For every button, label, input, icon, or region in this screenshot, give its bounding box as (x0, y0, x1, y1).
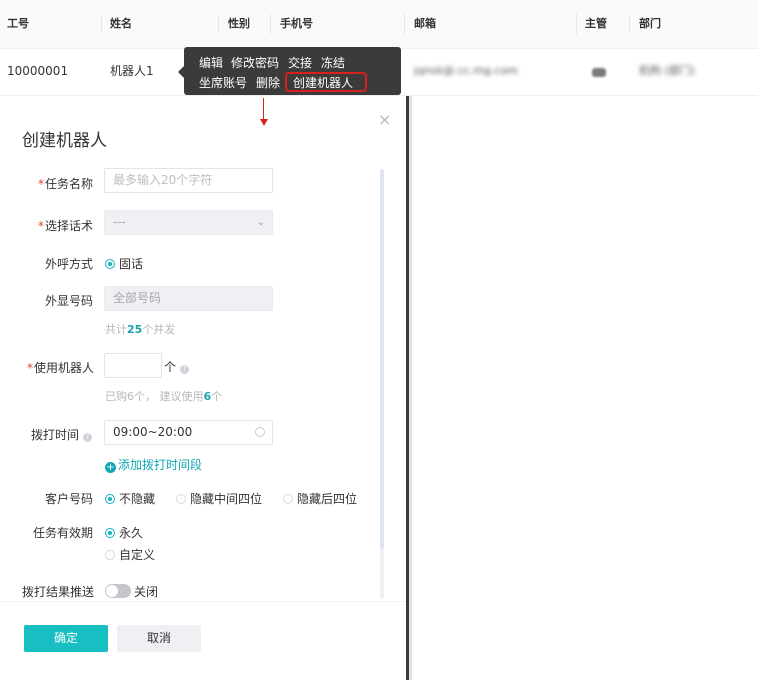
radio-option-text: 不隐藏 (119, 492, 156, 506)
script-select-label: *选择话术 (38, 217, 93, 234)
call-mode-radio-landline[interactable]: 固话 (105, 255, 143, 272)
edit-action[interactable]: 编辑 (199, 54, 223, 71)
radio-unselected-icon (283, 494, 293, 504)
create-robot-drawer: 创建机器人 × *任务名称 最多输入20个字符 *选择话术 --- ⌄ 外呼方式… (0, 96, 409, 680)
display-number-input[interactable]: 全部号码 (104, 286, 273, 311)
script-select-label-text: 选择话术 (45, 219, 94, 233)
required-mark: * (38, 219, 44, 233)
delete-action[interactable]: 删除 (256, 74, 280, 91)
result-push-state: 关闭 (134, 585, 159, 599)
script-select[interactable]: --- ⌄ (104, 210, 273, 235)
task-name-label-text: 任务名称 (45, 177, 94, 191)
column-header-department: 部门 (639, 17, 661, 30)
column-header-manager: 主管 (585, 17, 607, 30)
freeze-action[interactable]: 冻结 (321, 54, 345, 71)
column-divider (218, 14, 219, 34)
cell-email: jqnsk@.cc.mg.com (414, 64, 518, 77)
unit-text: 个 (164, 360, 177, 374)
hint-text: 个 (211, 390, 223, 403)
radio-selected-icon (105, 528, 115, 538)
radio-selected-icon (105, 494, 115, 504)
column-divider (629, 14, 630, 34)
cell-manager-redacted (592, 68, 606, 77)
cancel-button[interactable]: 取消 (117, 625, 201, 652)
radio-option-text: 隐藏中间四位 (190, 492, 263, 506)
confirm-button[interactable]: 确定 (24, 625, 108, 652)
clock-icon (255, 427, 265, 437)
hint-count: 25 (127, 323, 143, 336)
radio-option-text: 隐藏后四位 (297, 492, 358, 506)
radio-unselected-icon (105, 550, 115, 560)
cell-id: 10000001 (7, 64, 69, 78)
required-mark: * (38, 177, 44, 191)
task-name-label: *任务名称 (38, 175, 93, 192)
dial-time-input[interactable]: 09:00~20:00 (104, 420, 273, 445)
dial-time-label: 拨打时间 ? (31, 426, 92, 443)
column-header-id: 工号 (7, 17, 29, 30)
plus-circle-icon: + (105, 462, 116, 473)
radio-selected-icon (105, 259, 115, 269)
customer-number-radio-hide-middle[interactable]: 隐藏中间四位 (176, 490, 262, 507)
hint-text: 个并发 (142, 323, 176, 336)
robot-count-label: *使用机器人 (27, 359, 94, 376)
robot-count-unit: 个 ? (164, 358, 189, 375)
radio-option-text: 永久 (119, 526, 144, 540)
cell-department: 机构 (部门) (639, 64, 696, 77)
column-header-gender: 性别 (228, 17, 250, 30)
change-password-action[interactable]: 修改密码 (231, 54, 279, 71)
robot-count-label-text: 使用机器人 (34, 361, 95, 375)
task-name-input[interactable]: 最多输入20个字符 (104, 168, 273, 193)
call-mode-option-text: 固话 (119, 257, 144, 271)
table-header: 工号 姓名 性别 手机号 邮箱 主管 部门 (0, 0, 758, 49)
column-header-phone: 手机号 (280, 17, 313, 30)
customer-number-radio-show[interactable]: 不隐藏 (105, 490, 155, 507)
robot-count-input[interactable] (104, 353, 162, 378)
validity-label: 任务有效期 (33, 526, 94, 540)
column-divider (576, 14, 577, 34)
script-select-value: --- (113, 215, 126, 229)
customer-number-label: 客户号码 (45, 492, 94, 506)
column-divider (101, 14, 102, 34)
column-header-email: 邮箱 (414, 17, 436, 30)
radio-option-text: 自定义 (119, 548, 156, 562)
column-divider (404, 14, 405, 34)
validity-radio-custom[interactable]: 自定义 (105, 546, 155, 563)
row-actions-tooltip: 编辑 修改密码 交接 冻结 坐席账号 删除 创建机器人 (178, 47, 401, 95)
display-number-label: 外显号码 (45, 294, 94, 308)
dial-time-value: 09:00~20:00 (113, 425, 193, 439)
validity-radio-permanent[interactable]: 永久 (105, 524, 143, 541)
call-mode-label: 外呼方式 (45, 257, 94, 271)
scrollbar-thumb[interactable] (380, 169, 384, 549)
drawer-title: 创建机器人 (22, 131, 107, 151)
radio-unselected-icon (176, 494, 186, 504)
hint-count: 6 (203, 390, 212, 403)
result-push-toggle[interactable] (105, 584, 131, 598)
create-robot-action[interactable]: 创建机器人 (293, 74, 353, 91)
result-push-label: 拨打结果推送 (22, 585, 95, 599)
column-header-name: 姓名 (110, 17, 132, 30)
close-icon[interactable]: × (378, 110, 391, 129)
help-icon[interactable]: ? (179, 365, 189, 374)
help-icon[interactable]: ? (82, 433, 92, 442)
annotation-arrow-line (263, 98, 264, 120)
annotation-arrow-head (260, 119, 268, 126)
robot-purchase-hint: 已购6个， 建议使用6个 (105, 388, 222, 404)
chevron-down-icon: ⌄ (256, 217, 265, 228)
required-mark: * (27, 361, 33, 375)
add-dial-time-link[interactable]: + 添加拨打时间段 (105, 456, 202, 473)
customer-number-radio-hide-last[interactable]: 隐藏后四位 (283, 490, 357, 507)
add-dial-time-text: 添加拨打时间段 (118, 458, 203, 472)
handover-action[interactable]: 交接 (288, 54, 312, 71)
dial-time-label-text: 拨打时间 (31, 428, 80, 442)
hint-text: 已购6个， 建议使用 (105, 390, 204, 403)
concurrency-hint: 共计25个并发 (105, 321, 175, 337)
column-divider (270, 14, 271, 34)
hint-text: 共计 (105, 323, 127, 336)
footer-divider (0, 601, 406, 602)
seat-account-action[interactable]: 坐席账号 (199, 74, 247, 91)
cell-name: 机器人1 (110, 64, 154, 78)
